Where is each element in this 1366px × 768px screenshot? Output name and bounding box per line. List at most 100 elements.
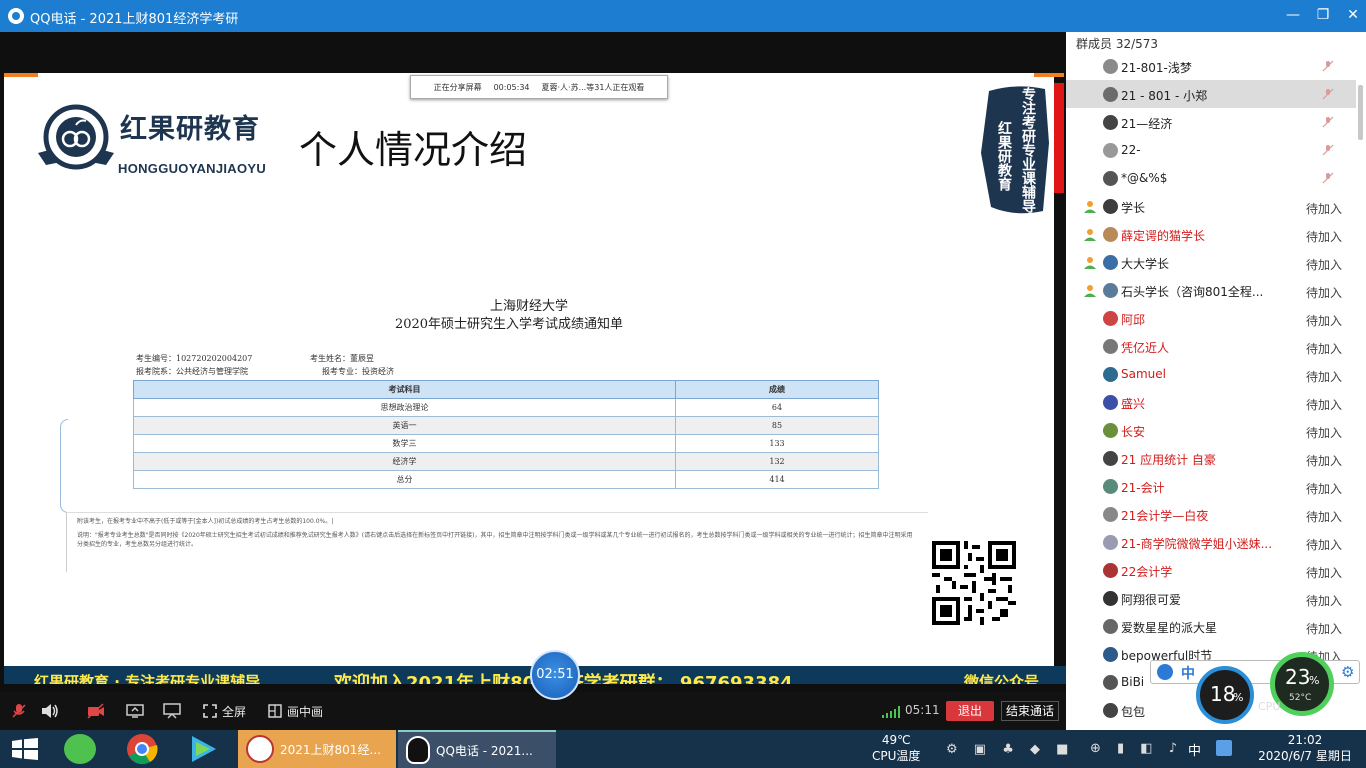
list-item[interactable]: 阿邱 待加入 xyxy=(1066,304,1356,332)
taskbar-item-label: 2021上财801经... xyxy=(280,742,381,757)
list-item[interactable]: 薛定谔的猫学长 待加入 xyxy=(1066,220,1356,248)
avatar xyxy=(1103,143,1118,158)
system-tool-app-icon[interactable] xyxy=(64,734,96,764)
whiteboard-button[interactable] xyxy=(163,702,181,720)
subject-cell: 数学三 xyxy=(133,434,676,453)
share-status-label: 正在分享屏幕 xyxy=(433,82,482,92)
avatar xyxy=(1103,451,1118,466)
table-row: 经济学 132 xyxy=(133,452,879,471)
tray-network-volume-icons[interactable]: ⊕ ▮ ◧ ♪ xyxy=(1090,741,1183,756)
exit-button[interactable]: 退出 xyxy=(946,701,994,721)
mic-off-icon xyxy=(12,704,26,718)
list-item[interactable]: *@&%$ xyxy=(1066,164,1356,192)
member-name: 盛兴 xyxy=(1121,397,1146,411)
member-panel: 群成员 32/573 21-801-浅梦 21 - 801 - 小郑 21—经济 22… xyxy=(1066,32,1366,730)
list-item[interactable]: 凭亿近人 待加入 xyxy=(1066,332,1356,360)
list-item[interactable]: 21-会计 待加入 xyxy=(1066,472,1356,500)
list-item[interactable]: 阿翔很可爱 待加入 xyxy=(1066,584,1356,612)
mic-muted-icon xyxy=(1322,88,1334,100)
member-name: 大大学长 xyxy=(1121,257,1170,271)
clock[interactable]: 21:02 2020/6/7 星期日 xyxy=(1250,732,1360,764)
slide-accent xyxy=(1034,73,1064,77)
presentation-slide: 红果研教育 HONGGUOYANJIAOYU 个人情况介绍 专注考研专业课辅导 … xyxy=(4,73,1064,668)
avatar xyxy=(1103,591,1118,606)
list-item[interactable]: 21 应用统计 自豪 待加入 xyxy=(1066,444,1356,472)
member-status: 待加入 xyxy=(1306,314,1343,328)
avatar xyxy=(1103,283,1118,298)
score-cell: 64 xyxy=(675,398,879,417)
list-item[interactable]: 21—经济 xyxy=(1066,108,1356,136)
member-status: 待加入 xyxy=(1306,482,1343,496)
video-player-icon[interactable] xyxy=(188,734,220,764)
call-timer-bubble[interactable]: 02:51 xyxy=(530,650,580,700)
taskbar-item-qq-call[interactable]: QQ电话 - 2021... xyxy=(398,730,556,768)
avatar xyxy=(1103,423,1118,438)
ime-user-icon[interactable] xyxy=(1157,664,1173,680)
close-button[interactable]: ✕ xyxy=(1338,4,1366,26)
mic-muted-icon xyxy=(1322,60,1334,72)
list-item[interactable]: 盛兴 待加入 xyxy=(1066,388,1356,416)
score-cell: 133 xyxy=(675,434,879,453)
mic-muted-icon xyxy=(1322,172,1334,184)
tray-ime-indicator[interactable]: 中 xyxy=(1188,740,1201,759)
subject-cell: 总分 xyxy=(133,470,676,489)
ime-settings-icon[interactable]: ⚙ xyxy=(1341,663,1354,681)
score-cell: 85 xyxy=(675,416,879,435)
member-name: 22会计学 xyxy=(1121,565,1173,579)
member-list-scrollbar[interactable] xyxy=(1358,85,1363,140)
avatar xyxy=(1103,115,1118,130)
tray-icons[interactable]: ⚙ ▣ ♣ ◆ ■ xyxy=(946,742,1074,757)
camera-toggle-button[interactable] xyxy=(86,702,106,720)
chrome-browser-icon[interactable] xyxy=(126,733,158,765)
memory-usage-gauge[interactable]: 18 % xyxy=(1196,666,1254,724)
minimize-button[interactable]: — xyxy=(1278,4,1308,26)
doc-title: 2020年硕士研究生入学考试成绩通知单 xyxy=(394,317,624,332)
tray-qq-icon[interactable] xyxy=(1216,740,1232,756)
share-screen-button[interactable] xyxy=(126,702,144,720)
list-item[interactable]: 22会计学 待加入 xyxy=(1066,556,1356,584)
cpu-temp-small: 52°C xyxy=(1289,693,1312,703)
list-item[interactable]: 石头学长（咨询801全程... 待加入 xyxy=(1066,276,1356,304)
member-status: 待加入 xyxy=(1306,510,1343,524)
windows-start-icon[interactable] xyxy=(12,738,38,760)
list-item[interactable]: 21-商学院微微学姐小迷妹... 待加入 xyxy=(1066,528,1356,556)
list-item[interactable]: 21 - 801 - 小郑 xyxy=(1066,80,1356,108)
list-item[interactable]: 21-801-浅梦 xyxy=(1066,52,1356,80)
member-name: 阿翔很可爱 xyxy=(1121,593,1182,607)
avatar xyxy=(1103,59,1118,74)
table-row: 总分 414 xyxy=(133,470,879,489)
university-logo-icon xyxy=(246,735,274,763)
maximize-button[interactable]: ❐ xyxy=(1308,4,1338,26)
picture-in-picture-button[interactable]: 画中画 xyxy=(268,702,323,720)
member-count-header: 群成员 32/573 xyxy=(1076,37,1159,51)
slide-accent xyxy=(4,73,38,77)
taskbar-item-presentation[interactable]: 2021上财801经... xyxy=(238,730,396,768)
mute-mic-button[interactable] xyxy=(10,702,28,720)
clock-time: 21:02 xyxy=(1287,733,1323,747)
pip-icon xyxy=(268,704,282,718)
ime-lang-toggle[interactable]: 中 xyxy=(1181,663,1195,683)
list-item[interactable]: 21会计学—白夜 待加入 xyxy=(1066,500,1356,528)
list-item[interactable]: 22- xyxy=(1066,136,1356,164)
member-name: 22- xyxy=(1121,143,1141,157)
avatar xyxy=(1103,563,1118,578)
call-duration: 05:11 xyxy=(905,703,940,717)
member-name: 包包 xyxy=(1121,705,1146,719)
list-item[interactable]: 学长 待加入 xyxy=(1066,192,1356,220)
list-item[interactable]: 大大学长 待加入 xyxy=(1066,248,1356,276)
score-table: 考试科目 成绩 思想政治理论 64 英语一 85 数学三 133 经济学 132 总分 4… xyxy=(133,380,879,489)
list-item[interactable]: Samuel 待加入 xyxy=(1066,360,1356,388)
list-item[interactable]: 爱数星星的派大星 待加入 xyxy=(1066,612,1356,640)
end-call-button[interactable]: 结束通话 xyxy=(1001,701,1059,721)
brush-brand: 红果研教育 xyxy=(996,121,1012,191)
memory-percent-unit: % xyxy=(1233,691,1244,704)
note-line: 附该考生，在报考专业中不高于(低于或等于[金本人])初试总成绩的考生占考生总数的… xyxy=(77,518,334,525)
member-list[interactable]: 21-801-浅梦 21 - 801 - 小郑 21—经济 22- *@&%$ 学长 待加入… xyxy=(1066,52,1356,730)
speaker-button[interactable] xyxy=(40,702,60,720)
fullscreen-button[interactable]: 全屏 xyxy=(203,702,246,720)
member-status: 待加入 xyxy=(1306,202,1343,216)
list-item[interactable]: 长安 待加入 xyxy=(1066,416,1356,444)
candidate-name: 考生姓名：董辰昱 xyxy=(310,354,374,363)
brush-stroke-banner xyxy=(981,86,1049,214)
pip-label: 画中画 xyxy=(287,704,324,719)
